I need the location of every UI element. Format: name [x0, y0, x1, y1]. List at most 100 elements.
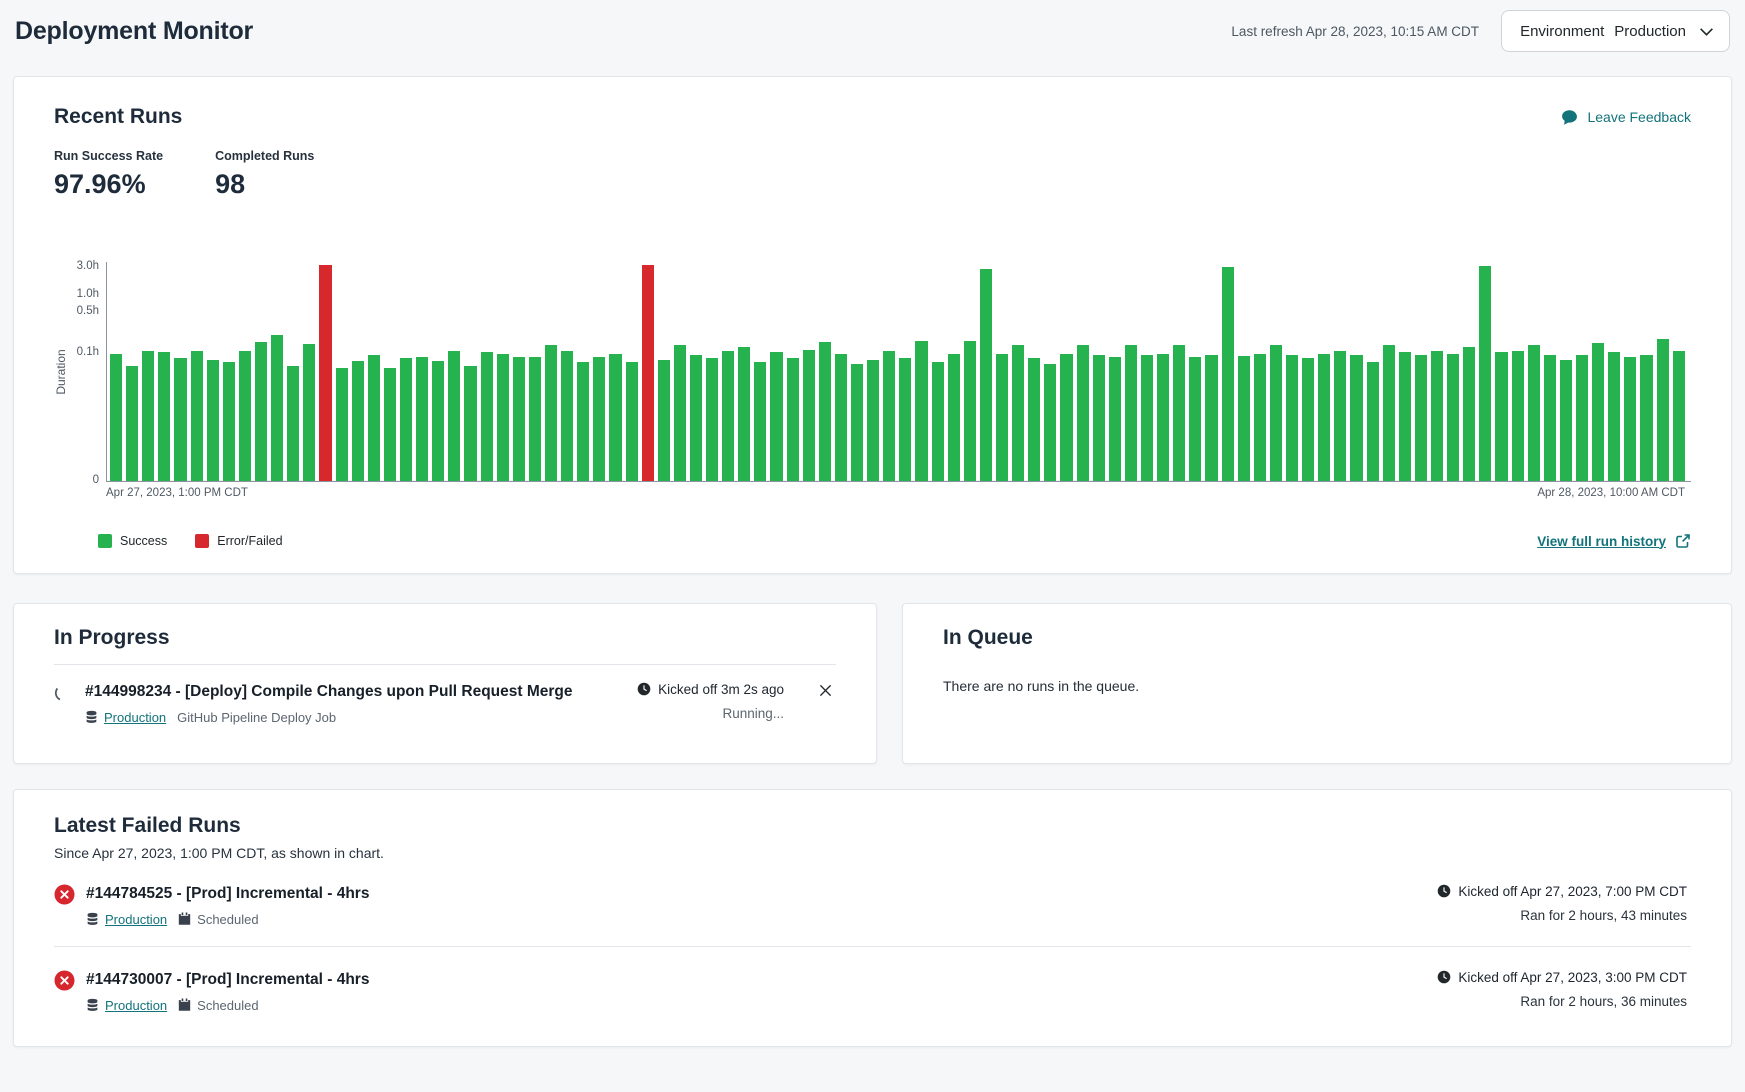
run-bar-success[interactable] — [1367, 362, 1379, 481]
run-bar-success[interactable] — [239, 351, 251, 481]
run-bar-success[interactable] — [1302, 358, 1314, 481]
run-bar-success[interactable] — [481, 352, 493, 481]
run-bar-success[interactable] — [1528, 345, 1540, 481]
run-bar-success[interactable] — [1383, 345, 1395, 481]
run-bar-success[interactable] — [1447, 354, 1459, 481]
run-bar-success[interactable] — [448, 351, 460, 481]
run-bar-success[interactable] — [803, 350, 815, 481]
run-bar-success[interactable] — [867, 360, 879, 481]
run-bar-success[interactable] — [1205, 355, 1217, 481]
run-bar-success[interactable] — [706, 358, 718, 481]
run-bar-success[interactable] — [1109, 357, 1121, 481]
run-bar-success[interactable] — [1334, 351, 1346, 481]
environment-dropdown[interactable]: Environment Production — [1501, 10, 1730, 52]
run-bar-success[interactable] — [1463, 347, 1475, 481]
run-bar-success[interactable] — [1640, 355, 1652, 481]
run-bar-success[interactable] — [432, 361, 444, 481]
run-bar-success[interactable] — [674, 345, 686, 481]
run-bar-error[interactable] — [642, 265, 654, 481]
run-bar-success[interactable] — [1060, 354, 1072, 481]
run-bar-success[interactable] — [722, 351, 734, 481]
run-bar-success[interactable] — [271, 335, 283, 481]
run-bar-success[interactable] — [915, 341, 927, 481]
run-bar-success[interactable] — [593, 357, 605, 481]
run-bar-success[interactable] — [1270, 345, 1282, 481]
run-bar-success[interactable] — [948, 354, 960, 481]
run-bar-success[interactable] — [851, 364, 863, 481]
run-bar-success[interactable] — [1093, 355, 1105, 481]
run-bar-success[interactable] — [1673, 351, 1685, 481]
run-bar-success[interactable] — [1495, 352, 1507, 481]
run-bar-success[interactable] — [384, 368, 396, 481]
run-bar-success[interactable] — [352, 361, 364, 481]
run-bar-success[interactable] — [1318, 354, 1330, 481]
run-bar-success[interactable] — [416, 357, 428, 481]
run-bar-success[interactable] — [932, 362, 944, 481]
run-bar-success[interactable] — [191, 351, 203, 481]
run-bar-success[interactable] — [1608, 352, 1620, 481]
run-bar-success[interactable] — [996, 354, 1008, 481]
failed-run-environment-link[interactable]: Production — [105, 998, 167, 1013]
run-bar-success[interactable] — [368, 355, 380, 481]
run-bar-success[interactable] — [1576, 355, 1588, 481]
run-bar-success[interactable] — [1657, 339, 1669, 481]
run-bar-success[interactable] — [899, 358, 911, 481]
run-bar-success[interactable] — [1560, 360, 1572, 481]
failed-run-environment-link[interactable]: Production — [105, 912, 167, 927]
in-progress-environment-link[interactable]: Production — [104, 710, 166, 725]
run-bar-success[interactable] — [1044, 364, 1056, 481]
run-bar-success[interactable] — [626, 362, 638, 481]
run-bar-success[interactable] — [303, 344, 315, 481]
run-bar-success[interactable] — [1624, 357, 1636, 481]
run-bar-success[interactable] — [658, 360, 670, 481]
run-bar-success[interactable] — [110, 354, 122, 481]
run-bar-success[interactable] — [1125, 345, 1137, 481]
run-bar-success[interactable] — [1141, 355, 1153, 481]
run-bar-success[interactable] — [287, 366, 299, 481]
run-bar-success[interactable] — [754, 362, 766, 481]
run-bar-success[interactable] — [883, 351, 895, 481]
run-bar-success[interactable] — [1592, 343, 1604, 481]
run-bar-success[interactable] — [158, 352, 170, 481]
run-bar-success[interactable] — [336, 368, 348, 481]
run-bar-success[interactable] — [1012, 345, 1024, 481]
run-bar-success[interactable] — [1077, 345, 1089, 481]
run-bar-error[interactable] — [319, 265, 331, 481]
run-bar-success[interactable] — [1479, 266, 1491, 481]
run-bar-success[interactable] — [1222, 267, 1234, 481]
run-bar-success[interactable] — [770, 352, 782, 481]
run-bar-success[interactable] — [1189, 357, 1201, 481]
run-bar-success[interactable] — [255, 342, 267, 481]
run-bar-success[interactable] — [835, 354, 847, 481]
run-bar-success[interactable] — [1028, 358, 1040, 481]
run-bar-success[interactable] — [142, 351, 154, 481]
run-bar-success[interactable] — [690, 355, 702, 481]
run-bar-success[interactable] — [513, 357, 525, 481]
cancel-run-button[interactable] — [815, 680, 836, 701]
run-bar-success[interactable] — [1431, 351, 1443, 481]
run-bar-success[interactable] — [545, 345, 557, 481]
run-bar-success[interactable] — [1173, 345, 1185, 481]
run-bar-success[interactable] — [223, 362, 235, 481]
run-bar-success[interactable] — [787, 358, 799, 481]
run-bar-success[interactable] — [1544, 355, 1556, 481]
view-full-run-history-link[interactable]: View full run history — [1537, 533, 1691, 549]
run-bar-success[interactable] — [738, 347, 750, 481]
run-bar-success[interactable] — [207, 360, 219, 481]
run-bar-success[interactable] — [561, 351, 573, 481]
run-bar-success[interactable] — [1286, 355, 1298, 481]
run-bar-success[interactable] — [1415, 355, 1427, 481]
run-bar-success[interactable] — [1399, 352, 1411, 481]
run-bar-success[interactable] — [609, 354, 621, 481]
run-bar-success[interactable] — [1350, 355, 1362, 481]
run-bar-success[interactable] — [577, 362, 589, 481]
run-bar-success[interactable] — [174, 358, 186, 481]
run-bar-success[interactable] — [980, 269, 992, 481]
run-bar-success[interactable] — [400, 358, 412, 481]
run-bar-success[interactable] — [964, 341, 976, 481]
run-bar-success[interactable] — [1512, 351, 1524, 481]
run-bar-success[interactable] — [529, 357, 541, 481]
run-bar-success[interactable] — [1238, 356, 1250, 481]
run-bar-success[interactable] — [497, 354, 509, 481]
leave-feedback-link[interactable]: Leave Feedback — [1561, 109, 1691, 126]
